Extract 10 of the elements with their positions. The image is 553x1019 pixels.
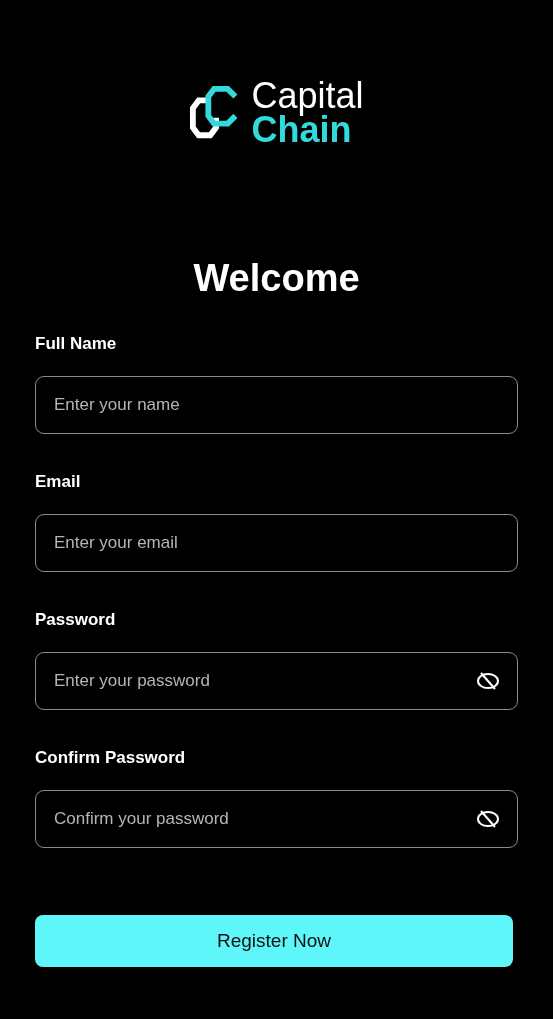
field-label: Password	[35, 610, 117, 630]
field-label: Confirm Password	[35, 748, 187, 768]
register-button[interactable]: Register Now	[35, 915, 513, 967]
field-label: Email	[35, 472, 82, 492]
page-title: Welcome	[192, 256, 361, 300]
input-field[interactable]: Enter your name	[35, 376, 518, 434]
field-label: Full Name	[35, 334, 118, 354]
input-field[interactable]: Confirm your password	[35, 790, 518, 848]
input-field[interactable]: Enter your password	[35, 652, 518, 710]
input-field[interactable]: Enter your email	[35, 514, 518, 572]
